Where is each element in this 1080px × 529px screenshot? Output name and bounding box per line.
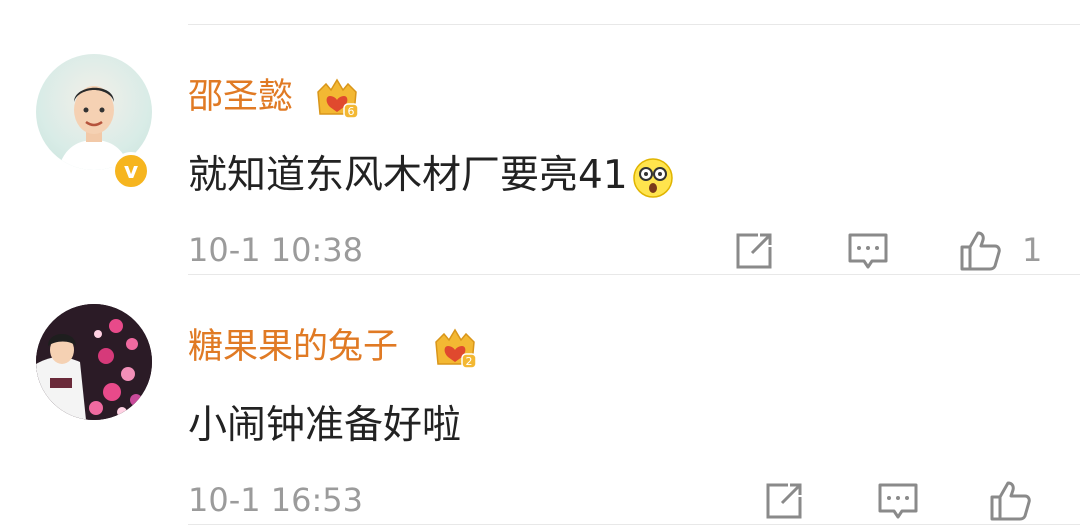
avatar[interactable] bbox=[36, 304, 152, 420]
comment-reply-icon[interactable] bbox=[846, 229, 890, 273]
timestamp: 10-1 10:38 bbox=[188, 231, 364, 269]
repost-icon[interactable] bbox=[732, 229, 776, 273]
bottom-divider bbox=[188, 524, 1080, 525]
comment-item: 糖果果的兔子 2 小闹钟准备好啦 10-1 16:53 bbox=[0, 274, 1080, 524]
svg-text:6: 6 bbox=[348, 105, 355, 118]
avatar-image bbox=[36, 304, 152, 420]
like-thumb-icon[interactable] bbox=[958, 229, 1002, 273]
like-count: 1 bbox=[1022, 231, 1043, 269]
comment-text-body: 就知道东风木材厂要亮41 bbox=[188, 153, 628, 198]
comment-text: 小闹钟准备好啦 bbox=[188, 406, 461, 445]
repost-icon[interactable] bbox=[762, 479, 806, 523]
timestamp: 10-1 16:53 bbox=[188, 481, 364, 519]
comment-text-body: 小闹钟准备好啦 bbox=[188, 403, 462, 448]
member-crown-icon: 2 bbox=[435, 328, 477, 369]
shocked-emoji-icon bbox=[632, 157, 673, 198]
comment-item: v 邵圣懿 6 就知道东风木材厂要亮41 10-1 10:38 1 bbox=[0, 24, 1080, 274]
comment-reply-icon[interactable] bbox=[876, 479, 920, 523]
verified-badge-icon: v bbox=[112, 152, 150, 190]
like-thumb-icon[interactable] bbox=[988, 479, 1032, 523]
member-crown-icon: 6 bbox=[317, 78, 359, 119]
comment-text: 就知道东风木材厂要亮41 bbox=[188, 156, 676, 199]
username[interactable]: 糖果果的兔子 bbox=[188, 330, 398, 365]
username[interactable]: 邵圣懿 bbox=[188, 80, 293, 115]
svg-text:2: 2 bbox=[466, 355, 473, 368]
